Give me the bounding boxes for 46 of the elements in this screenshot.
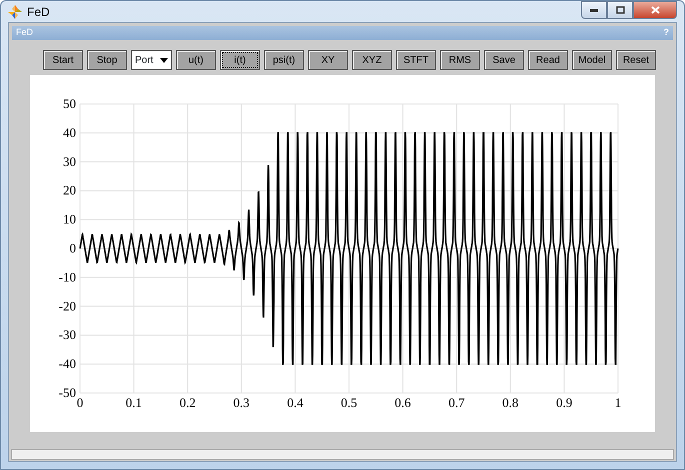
y-tick-label: 0 <box>70 240 76 256</box>
toolbar-button[interactable]: Save <box>484 50 524 70</box>
x-tick-label: 0.9 <box>556 395 572 410</box>
y-tick-label: -20 <box>58 298 76 314</box>
toolbar-button[interactable]: Model <box>572 50 612 70</box>
y-tick-label: 20 <box>63 182 76 198</box>
toolbar-button[interactable]: Start <box>43 50 83 70</box>
x-tick-label: 0.6 <box>394 395 411 410</box>
y-tick-label: 40 <box>63 124 76 140</box>
y-tick-label: -50 <box>58 385 76 400</box>
caret-icon <box>160 58 168 62</box>
window-title: FeD <box>27 4 50 20</box>
toolbar-button[interactable]: RMS <box>440 50 480 70</box>
port-dropdown[interactable]: Port <box>131 50 172 70</box>
close-button[interactable] <box>633 1 677 19</box>
minimize-icon <box>590 8 598 12</box>
app-icon <box>8 4 22 18</box>
toolbar-button[interactable]: Reset <box>616 50 656 70</box>
x-tick-label: 0.1 <box>126 395 142 410</box>
toolbar-button[interactable]: i(t) <box>220 50 260 70</box>
x-tick-label: 0.2 <box>179 395 196 410</box>
y-tick-label: 10 <box>63 212 76 227</box>
x-tick-label: 0.5 <box>340 395 358 410</box>
toolbar-button[interactable]: u(t) <box>176 50 216 70</box>
toolbar-button[interactable]: psi(t) <box>264 50 304 70</box>
maximize-icon <box>616 6 624 14</box>
toolbar-button[interactable]: Read <box>528 50 568 70</box>
y-tick-label: -10 <box>58 269 76 284</box>
minimize-button[interactable] <box>581 1 607 19</box>
y-tick-label: 50 <box>63 96 76 111</box>
panel-title: FeD <box>16 26 34 40</box>
toolbar-button[interactable]: STFT <box>396 50 436 70</box>
x-tick-label: 0.4 <box>287 395 304 410</box>
maximize-button[interactable] <box>607 1 633 19</box>
close-icon <box>650 6 660 14</box>
x-tick-label: 1 <box>614 395 622 410</box>
x-tick-label: 0.8 <box>502 395 519 410</box>
x-tick-label: 0 <box>76 395 84 410</box>
toolbar-button[interactable]: Stop <box>87 50 127 70</box>
toolbar-button[interactable]: XYZ <box>352 50 392 70</box>
y-tick-label: 30 <box>63 154 76 169</box>
x-tick-label: 0.7 <box>448 395 465 410</box>
x-tick-label: 0.3 <box>233 395 250 410</box>
y-tick-label: -40 <box>58 356 76 372</box>
toolbar-button[interactable]: XY <box>308 50 348 70</box>
y-tick-label: -30 <box>58 327 76 342</box>
